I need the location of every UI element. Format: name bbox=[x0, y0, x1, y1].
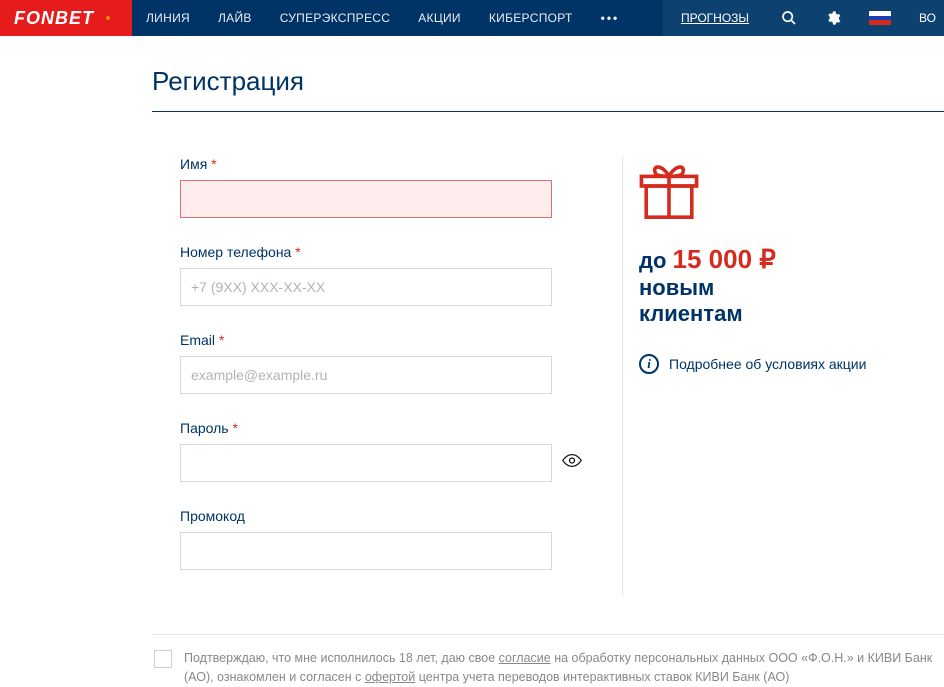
promo-headline-2: новым bbox=[639, 275, 912, 301]
email-input[interactable] bbox=[180, 356, 552, 394]
required-mark: * bbox=[295, 244, 300, 260]
consent-checkbox[interactable] bbox=[154, 650, 172, 668]
logo[interactable]: FONBET bbox=[0, 0, 132, 36]
consent-part3: центра учета переводов интерактивных ста… bbox=[415, 670, 789, 684]
consent-block: Подтверждаю, что мне исполнилось 18 лет,… bbox=[152, 649, 944, 687]
promocode-input[interactable] bbox=[180, 532, 552, 570]
name-label: Имя * bbox=[180, 156, 552, 172]
password-input[interactable] bbox=[180, 444, 552, 482]
flag-russia-icon bbox=[869, 11, 891, 25]
email-label: Email * bbox=[180, 332, 552, 348]
promo-headline-3: клиентам bbox=[639, 301, 912, 327]
nav-item-superexpress[interactable]: СУПЕРЭКСПРЕСС bbox=[266, 11, 405, 25]
nav-more-icon[interactable]: ••• bbox=[587, 11, 634, 25]
promo-prefix: до bbox=[639, 248, 666, 273]
logo-dot-icon bbox=[106, 16, 110, 20]
required-mark: * bbox=[232, 420, 237, 436]
language-flag-ru[interactable] bbox=[855, 11, 905, 25]
phone-input[interactable] bbox=[180, 268, 552, 306]
consent-link-offer[interactable]: офертой bbox=[365, 670, 415, 684]
password-label: Пароль * bbox=[180, 420, 552, 436]
show-password-eye-icon[interactable] bbox=[562, 454, 582, 473]
navbar-right: ПРОГНОЗЫ ВО bbox=[663, 0, 944, 36]
nav-item-esports[interactable]: КИБЕРСПОРТ bbox=[475, 11, 587, 25]
nav-item-live[interactable]: ЛАЙВ bbox=[204, 11, 266, 25]
field-email: Email * bbox=[180, 332, 552, 394]
password-label-text: Пароль bbox=[180, 420, 229, 436]
promo-sidebar: до 15 000 ₽ новым клиентам i Подробнее о… bbox=[622, 156, 912, 596]
top-navbar: FONBET ЛИНИЯ ЛАЙВ СУПЕРЭКСПРЕСС АКЦИИ КИ… bbox=[0, 0, 944, 36]
gift-icon bbox=[639, 162, 699, 222]
nav-item-forecasts[interactable]: ПРОГНОЗЫ bbox=[663, 11, 767, 25]
consent-text: Подтверждаю, что мне исполнилось 18 лет,… bbox=[184, 649, 944, 687]
search-icon[interactable] bbox=[767, 10, 811, 26]
required-mark: * bbox=[211, 156, 216, 172]
page-body: Регистрация Имя * Номер телефона * bbox=[0, 36, 944, 687]
required-mark: * bbox=[219, 332, 224, 348]
nav-item-line[interactable]: ЛИНИЯ bbox=[132, 11, 204, 25]
login-button[interactable]: ВО bbox=[905, 11, 944, 25]
promo-more-text: Подробнее об условиях акции bbox=[669, 356, 866, 372]
field-password: Пароль * bbox=[180, 420, 552, 482]
email-label-text: Email bbox=[180, 332, 215, 348]
promo-amount: 15 000 ₽ bbox=[673, 244, 776, 274]
promocode-label: Промокод bbox=[180, 508, 552, 524]
page-title: Регистрация bbox=[152, 66, 944, 112]
primary-nav: ЛИНИЯ ЛАЙВ СУПЕРЭКСПРЕСС АКЦИИ КИБЕРСПОР… bbox=[132, 11, 633, 25]
phone-label: Номер телефона * bbox=[180, 244, 552, 260]
promo-headline-1: до 15 000 ₽ bbox=[639, 245, 912, 275]
form-container: Имя * Номер телефона * Email * bbox=[152, 156, 944, 596]
info-icon: i bbox=[639, 354, 659, 374]
field-promocode: Промокод bbox=[180, 508, 552, 570]
consent-link-agreement[interactable]: согласие bbox=[499, 651, 551, 665]
nav-item-promo[interactable]: АКЦИИ bbox=[404, 11, 475, 25]
logo-text: FONBET bbox=[14, 8, 94, 29]
field-name: Имя * bbox=[180, 156, 552, 218]
phone-label-text: Номер телефона bbox=[180, 244, 291, 260]
settings-gear-icon[interactable] bbox=[811, 10, 855, 26]
name-label-text: Имя bbox=[180, 156, 207, 172]
consent-part1: Подтверждаю, что мне исполнилось 18 лет,… bbox=[184, 651, 499, 665]
field-phone: Номер телефона * bbox=[180, 244, 552, 306]
promo-details-link[interactable]: i Подробнее об условиях акции bbox=[639, 354, 912, 374]
name-input[interactable] bbox=[180, 180, 552, 218]
divider bbox=[152, 634, 944, 635]
form-column: Имя * Номер телефона * Email * bbox=[152, 156, 552, 596]
